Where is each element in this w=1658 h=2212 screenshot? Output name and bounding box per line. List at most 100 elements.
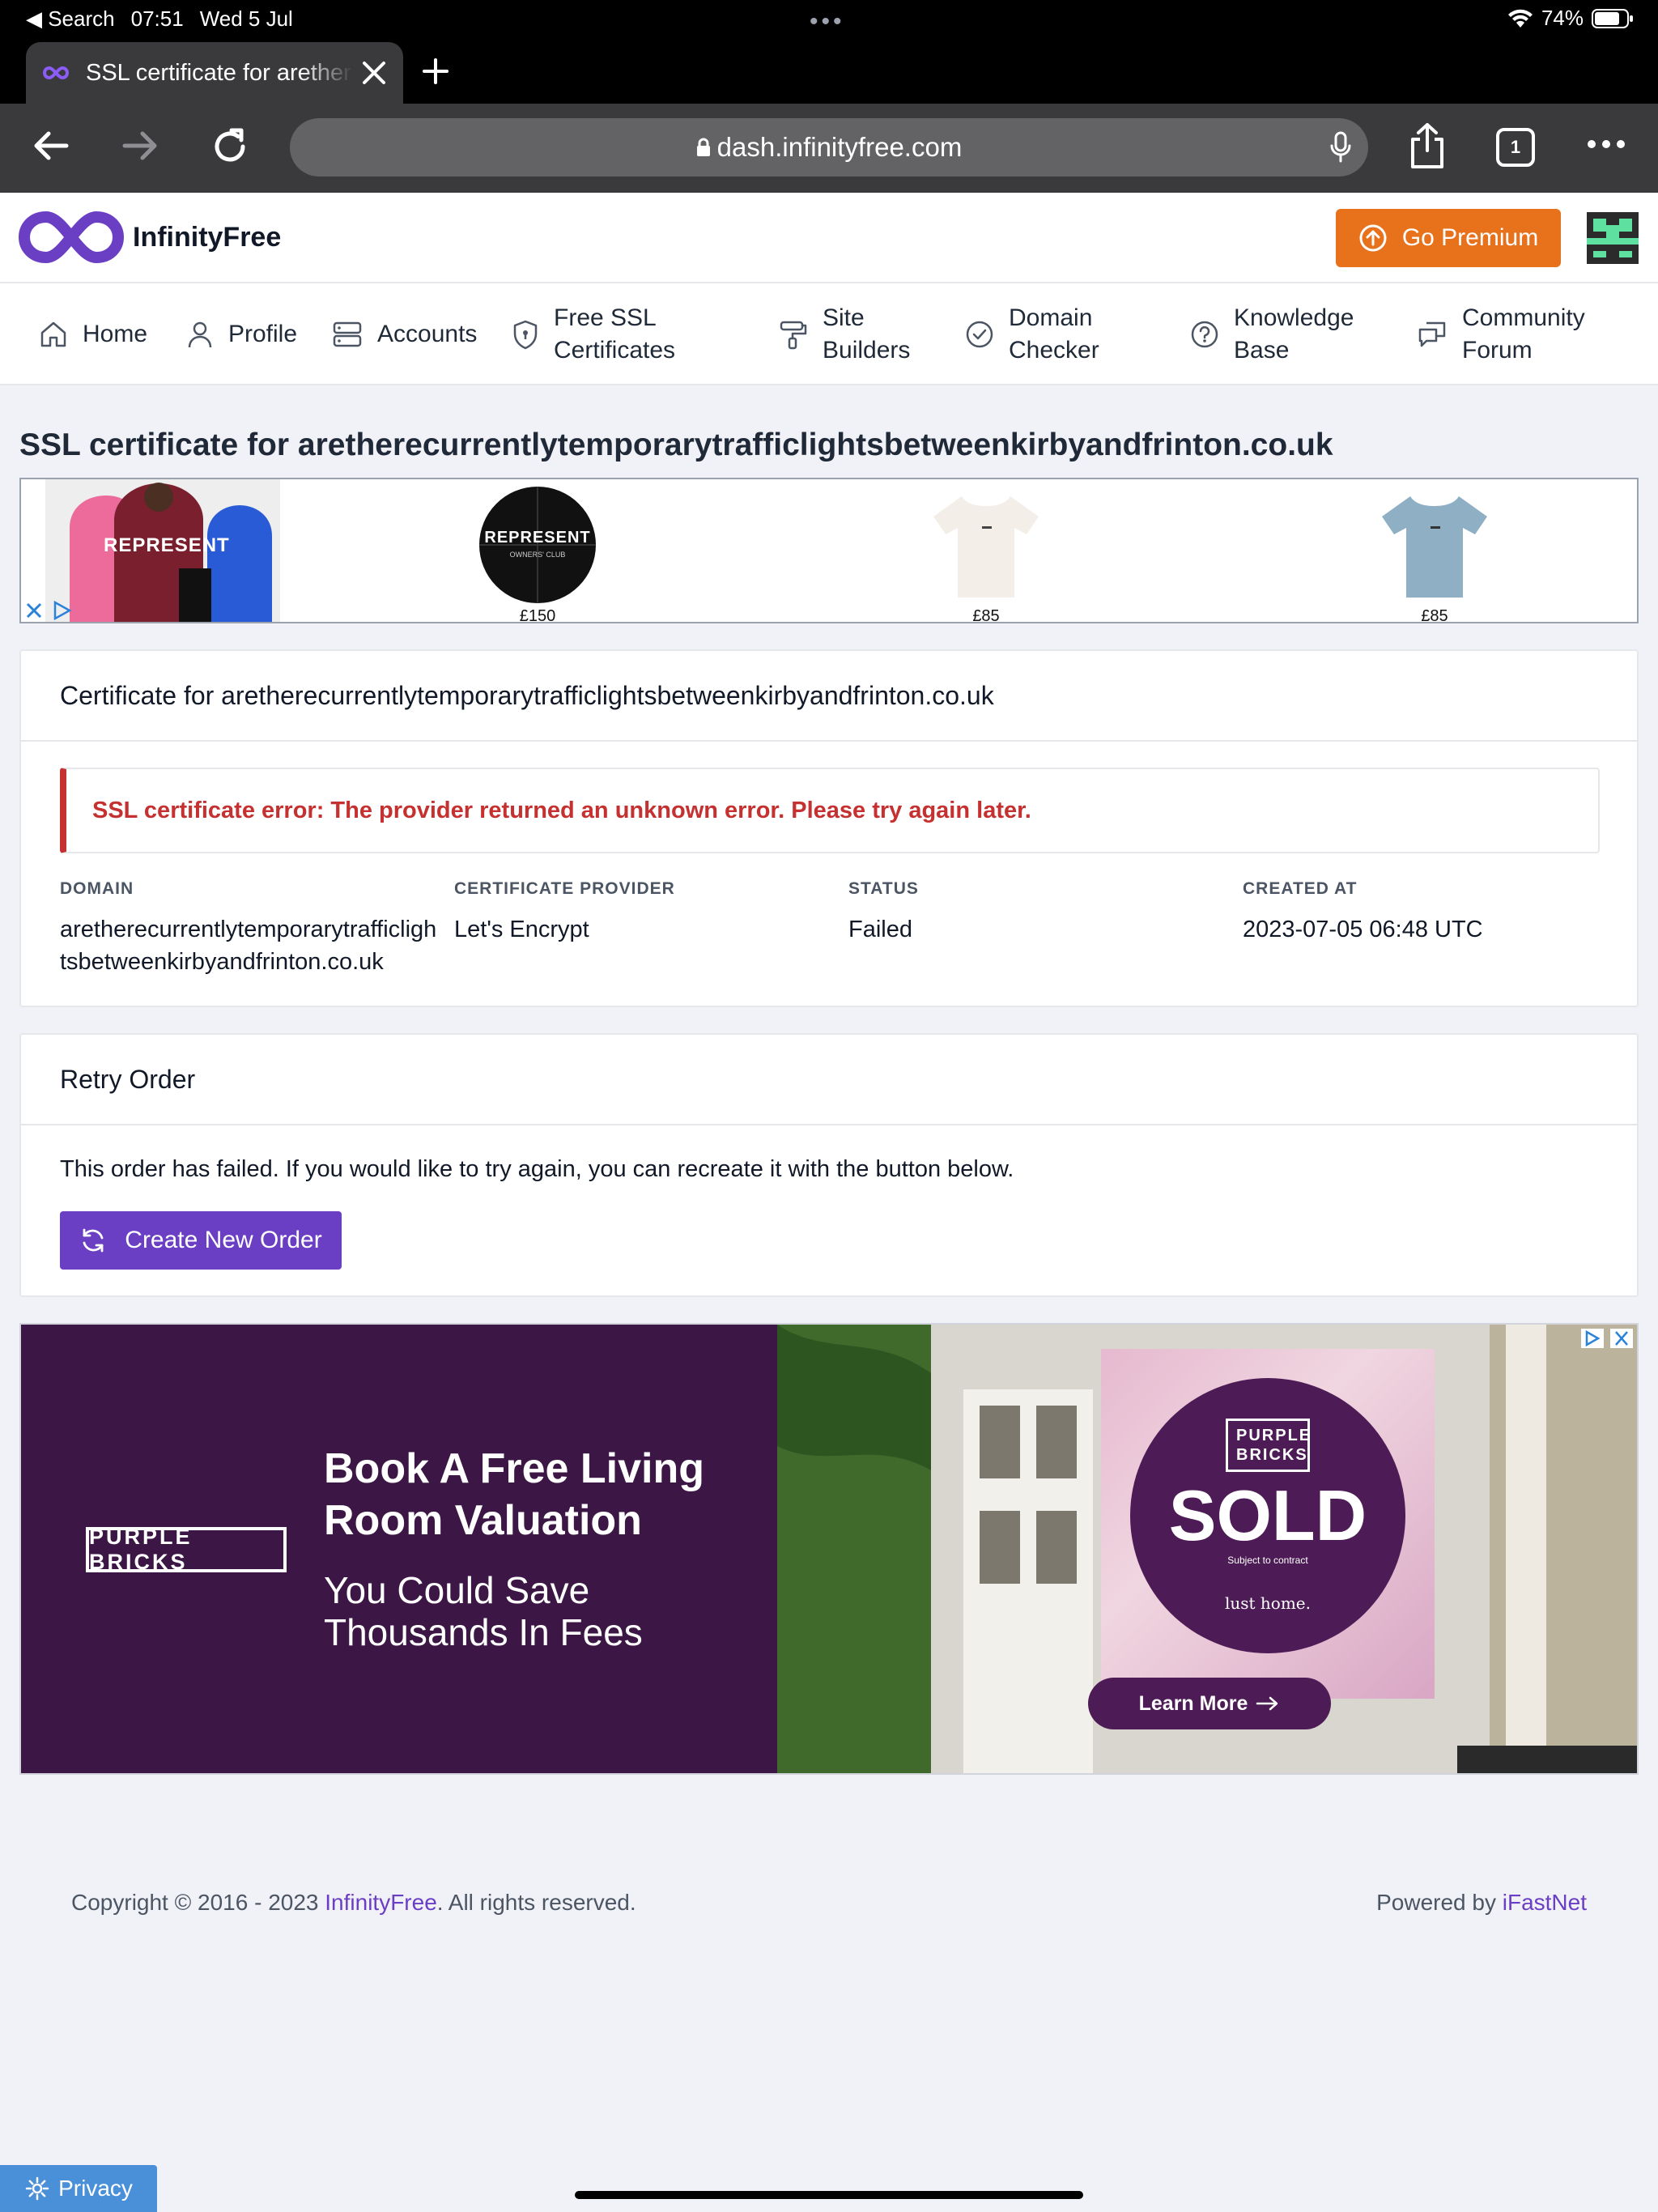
top-ad-banner[interactable]: REPRESENT REPRESENT OWNERS' CLUB £150 £8… [19,478,1639,623]
upload-circle-icon [1359,224,1387,252]
nav-label-knowledge-base: Knowledge Base [1234,304,1354,364]
user-avatar[interactable] [1587,212,1639,264]
nav-label-home: Home [83,321,148,347]
detail-label: CREATED AT [1243,879,1358,898]
nav-label-domain-checker: Domain Checker [1009,304,1099,364]
back-to-app-link[interactable]: ◀ Search [26,6,115,32]
purple-bricks-logo: PURPLE BRICKS [86,1525,287,1574]
detail-value: 2023-07-05 06:48 UTC [1243,917,1483,942]
nav-item-accounts[interactable]: Accounts [332,283,477,385]
powered-prefix: Powered by [1376,1890,1503,1915]
lock-icon [696,138,710,156]
go-premium-label: Go Premium [1401,224,1539,251]
ad-close-icon[interactable] [1609,1328,1634,1349]
user-icon [188,321,212,348]
check-circle-icon [966,321,993,348]
ifastnet-link[interactable]: iFastNet [1503,1890,1587,1915]
nav-item-home[interactable]: Home [39,283,147,385]
adchoices-icon[interactable] [52,601,73,620]
ad-close-icon[interactable] [24,601,44,620]
ball-brand-text: REPRESENT [484,529,591,547]
browser-tab[interactable]: SSL certificate for aretherecurrentlytem… [26,42,403,104]
tabs-overview-button[interactable]: 1 [1496,128,1535,167]
close-tab-icon[interactable] [361,60,387,86]
sold-sign: PURPLE BRICKS SOLD Subject to contract l… [1101,1349,1435,1699]
detail-status: STATUS Failed [848,879,1229,946]
forward-arrow-icon[interactable] [120,125,160,166]
purple-bricks-ad[interactable]: PURPLE BRICKS Book A Free Living Room Va… [19,1323,1639,1775]
microphone-icon[interactable] [1329,131,1352,164]
infinityfree-link[interactable]: InfinityFree [325,1890,437,1915]
tshirt-blue-image [1382,496,1487,598]
multitasking-dots-icon[interactable]: ••• [810,8,845,36]
create-new-order-button[interactable]: Create New Order [60,1211,342,1270]
refresh-icon [83,1228,104,1253]
ssl-error-alert: SSL certificate error: The provider retu… [60,768,1600,853]
certificate-card: Certificate for aretherecurrentlytempora… [19,649,1639,1007]
arrow-right-icon [1256,1696,1278,1711]
ad-price: £85 [972,607,1000,623]
ad-price: £85 [1421,607,1448,623]
nav-item-community-forum[interactable]: Community Forum [1417,283,1585,385]
page-title: SSL certificate for aretherecurrentlytem… [19,428,1333,462]
footer-powered-by: Powered by iFastNet [1376,1890,1587,1916]
site-header: InfinityFree Go Premium [0,193,1658,283]
nav-item-knowledge-base[interactable]: Knowledge Base [1190,283,1354,385]
ssl-error-message: SSL certificate error: The provider retu… [92,797,1031,823]
create-new-order-label: Create New Order [125,1227,322,1253]
copyright-suffix: . All rights reserved. [436,1890,636,1915]
ad-brand-text: REPRESENT [104,534,230,556]
nav-item-profile[interactable]: Profile [186,283,297,385]
home-indicator[interactable] [575,2191,1083,2199]
detail-provider: CERTIFICATE PROVIDER Let's Encrypt [454,879,835,946]
battery-percent: 74% [1541,6,1584,30]
detail-created-at: CREATED AT 2023-07-05 06:48 UTC [1243,879,1623,946]
ad-product-tshirt-cream[interactable]: £85 [905,484,1067,623]
sign-partner: lust home. [1224,1593,1311,1613]
nav-item-site-builders[interactable]: Site Builders [779,283,910,385]
sold-circle: PURPLE BRICKS SOLD Subject to contract l… [1130,1378,1405,1653]
ad-text-panel: PURPLE BRICKS Book A Free Living Room Va… [21,1325,777,1773]
adchoices-icon[interactable] [1580,1328,1605,1349]
server-icon [333,321,362,347]
go-premium-button[interactable]: Go Premium [1336,209,1561,267]
address-bar[interactable]: dash.infinityfree.com [290,118,1368,177]
new-tab-icon[interactable] [419,55,452,87]
status-time: 07:51 [130,6,184,31]
infinity-logo-icon [18,211,125,264]
detail-value: Let's Encrypt [454,917,589,942]
retry-order-title: Retry Order [21,1035,1637,1125]
more-options-icon[interactable] [1587,139,1626,149]
learn-more-button[interactable]: Learn More [1088,1678,1331,1729]
question-circle-icon [1191,321,1218,348]
nav-item-free-ssl[interactable]: Free SSL Certificates [512,283,675,385]
share-icon[interactable] [1409,121,1446,170]
copyright-prefix: Copyright © 2016 - 2023 [71,1890,325,1915]
footer-copyright: Copyright © 2016 - 2023 InfinityFree. Al… [71,1890,636,1916]
brand-logo[interactable]: InfinityFree [18,209,281,266]
detail-label: DOMAIN [60,879,134,898]
browser-toolbar: dash.infinityfree.com 1 [0,104,1658,193]
ad-headline: Book A Free Living Room Valuation [324,1445,704,1544]
sign-sold-text: SOLD [1168,1475,1367,1555]
back-arrow-icon[interactable] [31,125,71,166]
ad-product-tshirt-blue[interactable]: £85 [1354,484,1516,623]
nav-item-domain-checker[interactable]: Domain Checker [965,283,1099,385]
shield-icon [513,320,538,350]
url-text: dash.infinityfree.com [716,132,963,162]
tab-title: SSL certificate for aretherecurrentlytem… [86,59,353,86]
nav-label-site-builders: Site Builders [823,304,911,364]
ad-product-ball[interactable]: REPRESENT OWNERS' CLUB £150 [457,484,619,623]
ad-price: £150 [519,607,556,623]
ad-subline: You Could Save Thousands In Fees [324,1569,643,1653]
chat-icon [1418,321,1446,347]
sign-brand: PURPLE BRICKS [1226,1419,1310,1472]
brand-name: InfinityFree [133,221,282,253]
detail-domain: DOMAIN aretherecurrentlytemporarytraffic… [60,879,440,978]
detail-value: Failed [848,917,912,942]
infinity-favicon-icon [42,66,70,80]
privacy-button[interactable]: Privacy [0,2165,157,2212]
sign-small-print: Subject to contract [1227,1555,1308,1566]
ball-sub-text: OWNERS' CLUB [509,551,566,559]
reload-icon[interactable] [209,125,251,168]
